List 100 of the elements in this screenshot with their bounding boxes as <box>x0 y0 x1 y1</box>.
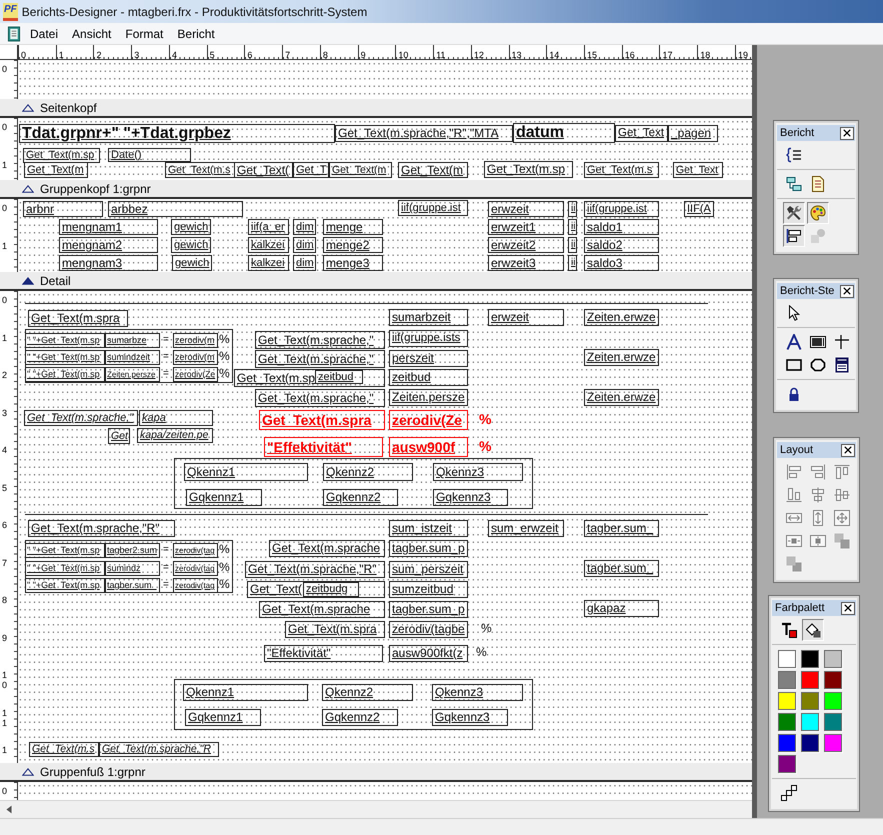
report-field[interactable]: gewich <box>172 255 212 271</box>
report-field[interactable]: Zeiten.erwze <box>584 349 659 366</box>
report-field[interactable]: Get_Text(m.sprache <box>269 540 385 557</box>
report-field[interactable]: dim <box>293 219 316 235</box>
report-label[interactable]: % <box>219 543 233 558</box>
report-field[interactable]: zerodiv(Ze <box>173 367 218 382</box>
report-field[interactable]: Get_Text(m.sp <box>23 148 100 163</box>
color-swatch-icon[interactable] <box>778 650 796 668</box>
report-field[interactable]: iif(gruppe.ists <box>389 330 468 347</box>
report-field[interactable]: tagber.sum_p <box>389 540 468 557</box>
report-field[interactable]: " "+Get_Text(m.sp <box>25 561 105 576</box>
toolbar-button[interactable] <box>778 782 800 804</box>
color-swatch-icon[interactable] <box>778 755 796 773</box>
report-label[interactable]: = <box>163 561 172 576</box>
report-rectangle[interactable] <box>174 679 533 730</box>
report-field[interactable]: sum_erwzeit <box>488 520 564 537</box>
report-label[interactable]: = <box>163 543 172 558</box>
report-field[interactable]: Tdat.grpnr+" "+Tdat.grpbez <box>19 124 335 143</box>
menu-item[interactable]: Datei <box>23 24 66 42</box>
report-field[interactable]: arbnr <box>23 201 103 217</box>
band-bar[interactable]: Seitenkopf <box>0 99 752 118</box>
color-swatch-icon[interactable] <box>801 671 819 689</box>
report-field[interactable]: kapa/zeiten.pe <box>137 428 213 443</box>
report-field[interactable]: mengnam1 <box>59 219 158 235</box>
color-swatch-icon[interactable] <box>824 713 842 731</box>
report-field[interactable]: Gqkennz2 <box>323 489 398 506</box>
report-field[interactable]: mengnam2 <box>59 237 158 253</box>
report-field[interactable]: saldo3 <box>584 255 659 271</box>
report-field[interactable]: zerodiv(m <box>173 333 218 348</box>
report-field[interactable]: zeitbud <box>389 369 468 386</box>
color-swatch-icon[interactable] <box>778 692 796 710</box>
color-swatch-icon[interactable] <box>801 713 819 731</box>
report-field[interactable]: perszeit <box>389 350 468 367</box>
toolbar-button[interactable] <box>783 202 805 224</box>
color-swatch-icon[interactable] <box>801 650 819 668</box>
report-field[interactable]: Get_T <box>293 162 329 178</box>
report-field[interactable]: Get_Text(m.sprache," <box>255 331 385 349</box>
report-field[interactable]: Get_Text(m.sprache," <box>255 389 385 407</box>
report-field[interactable]: " "+Get_Text(m.sp <box>25 333 105 348</box>
toolbar-button[interactable] <box>783 225 805 247</box>
report-field[interactable]: Get <box>108 428 130 444</box>
report-field[interactable]: erwzeit <box>488 309 564 326</box>
report-field[interactable]: Get_Text(m <box>329 162 392 178</box>
color-swatch-icon[interactable] <box>824 650 842 668</box>
band-bar[interactable]: Gruppenfuß 1:grpnr <box>0 763 752 782</box>
report-field[interactable]: Get_Text(m.sprache," <box>255 350 385 368</box>
report-field[interactable]: sumindzeit <box>105 350 160 365</box>
report-field[interactable]: zerodiv(Ze <box>389 410 468 430</box>
report-field[interactable]: Get_Text(m.s <box>29 742 99 757</box>
report-field[interactable]: IIF(A <box>684 201 714 217</box>
report-field[interactable]: Get_Text(m.spra <box>28 310 128 327</box>
close-button[interactable] <box>841 444 855 456</box>
toolbar-button[interactable] <box>802 619 824 641</box>
color-swatch-icon[interactable] <box>824 734 842 752</box>
report-field[interactable]: tagber2.sum <box>105 543 160 558</box>
color-swatch-icon[interactable] <box>801 734 819 752</box>
report-field[interactable]: kalkzei <box>248 237 289 253</box>
report-field[interactable]: menge2 <box>323 237 383 253</box>
toolbar-button[interactable] <box>807 202 829 224</box>
report-field[interactable]: Get_Text(m.sp <box>484 161 573 178</box>
report-field[interactable]: iif(gruppe.ist <box>584 201 659 217</box>
report-field[interactable]: Get_Text(m.sprache,"R" <box>245 561 385 578</box>
report-field[interactable]: Get_Text(m.sprache,"R","MTA <box>335 125 513 142</box>
report-field[interactable]: Get_Text( <box>234 162 293 178</box>
report-label[interactable]: % <box>219 561 233 576</box>
report-label[interactable]: % <box>219 333 233 348</box>
color-swatch-icon[interactable] <box>801 692 819 710</box>
report-label[interactable]: % <box>479 410 497 430</box>
report-field[interactable]: " "+Get_Text(m.sp <box>25 543 105 558</box>
report-label[interactable]: % <box>476 645 490 662</box>
report-field[interactable]: iif(gruppe.ist <box>398 200 468 216</box>
report-field[interactable]: " "+Get_Text(m.sp <box>25 350 105 365</box>
menu-item[interactable]: Ansicht <box>65 24 118 42</box>
report-field[interactable]: Get_Text <box>615 125 668 142</box>
report-field[interactable]: tagber.sum_ <box>584 520 659 537</box>
report-field[interactable]: "Effektivität" <box>264 437 383 457</box>
report-field[interactable]: erwzeit2 <box>488 237 564 253</box>
report-field[interactable]: Qkennz1 <box>184 463 308 481</box>
report-field[interactable]: "Effektivität" <box>264 645 383 662</box>
report-field[interactable]: ii <box>568 255 577 271</box>
report-field[interactable]: Gqkennz1 <box>185 709 261 726</box>
report-field[interactable]: menge3 <box>323 255 383 271</box>
report-field[interactable]: zerodiv(tag <box>173 561 218 576</box>
report-field[interactable]: tagber.sum_ <box>584 560 659 577</box>
report-field[interactable]: Gqkennz2 <box>322 709 398 726</box>
close-button[interactable] <box>841 602 855 614</box>
report-field[interactable]: ausw900fkt(z <box>389 645 468 662</box>
report-field[interactable]: Gqkennz1 <box>186 489 262 506</box>
report-field[interactable]: " "+Get_Text(m.sp <box>25 367 105 382</box>
report-field[interactable]: Qkennz3 <box>432 684 523 701</box>
report-field[interactable]: erwzeit1 <box>488 219 564 235</box>
report-field[interactable]: Get_Text <box>673 162 723 178</box>
report-field[interactable]: Get_Text(m.s <box>584 162 659 178</box>
menu-item[interactable]: Format <box>118 24 170 42</box>
report-label[interactable]: = <box>163 367 172 382</box>
report-field[interactable]: Zeiten.persze <box>105 367 160 382</box>
report-label[interactable]: % <box>479 437 497 457</box>
report-field[interactable]: " "+Get_Text(m.sp <box>25 578 105 593</box>
report-field[interactable]: erwzeit3 <box>488 255 564 271</box>
report-label[interactable]: % <box>219 350 233 365</box>
